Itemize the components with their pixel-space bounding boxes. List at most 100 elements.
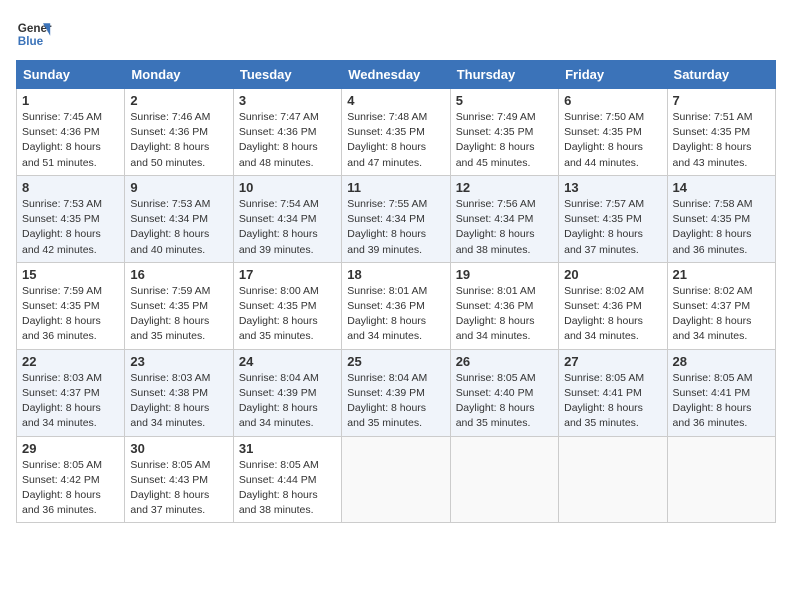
day-detail: Sunrise: 8:03 AMSunset: 4:37 PMDaylight:… — [22, 372, 102, 430]
weekday-header-cell: Monday — [125, 61, 233, 89]
day-detail: Sunrise: 7:50 AMSunset: 4:35 PMDaylight:… — [564, 111, 644, 169]
day-number: 10 — [239, 180, 336, 195]
day-detail: Sunrise: 8:05 AMSunset: 4:40 PMDaylight:… — [456, 372, 536, 430]
calendar-body: 1Sunrise: 7:45 AMSunset: 4:36 PMDaylight… — [17, 89, 776, 523]
calendar-day-cell: 10 Sunrise: 7:54 AMSunset: 4:34 PMDayligh… — [233, 175, 341, 262]
day-detail: Sunrise: 8:01 AMSunset: 4:36 PMDaylight:… — [456, 285, 536, 343]
day-detail: Sunrise: 8:05 AMSunset: 4:42 PMDaylight:… — [22, 459, 102, 517]
day-detail: Sunrise: 7:53 AMSunset: 4:34 PMDaylight:… — [130, 198, 210, 256]
day-number: 8 — [22, 180, 119, 195]
calendar-day-cell: 17Sunrise: 8:00 AMSunset: 4:35 PMDayligh… — [233, 262, 341, 349]
day-number: 27 — [564, 354, 661, 369]
day-number: 5 — [456, 93, 553, 108]
day-number: 1 — [22, 93, 119, 108]
calendar-week-row: 8 Sunrise: 7:53 AMSunset: 4:35 PMDaylight… — [17, 175, 776, 262]
day-number: 30 — [130, 441, 227, 456]
calendar-day-cell: 26 Sunrise: 8:05 AMSunset: 4:40 PMDayligh… — [450, 349, 558, 436]
weekday-header-cell: Saturday — [667, 61, 775, 89]
day-detail: Sunrise: 7:53 AMSunset: 4:35 PMDaylight:… — [22, 198, 102, 256]
day-number: 11 — [347, 180, 444, 195]
calendar-day-cell: 18 Sunrise: 8:01 AMSunset: 4:36 PMDayligh… — [342, 262, 450, 349]
day-number: 18 — [347, 267, 444, 282]
logo-icon: General Blue — [16, 16, 52, 52]
day-detail: Sunrise: 8:04 AMSunset: 4:39 PMDaylight:… — [239, 372, 319, 430]
day-detail: Sunrise: 7:46 AMSunset: 4:36 PMDaylight:… — [130, 111, 210, 169]
calendar-day-cell: 11 Sunrise: 7:55 AMSunset: 4:34 PMDayligh… — [342, 175, 450, 262]
weekday-header-cell: Sunday — [17, 61, 125, 89]
header: General Blue — [16, 16, 776, 52]
calendar-day-cell: 12Sunrise: 7:56 AMSunset: 4:34 PMDayligh… — [450, 175, 558, 262]
day-number: 15 — [22, 267, 119, 282]
calendar-day-cell: 22 Sunrise: 8:03 AMSunset: 4:37 PMDayligh… — [17, 349, 125, 436]
calendar-day-cell: 30 Sunrise: 8:05 AMSunset: 4:43 PMDayligh… — [125, 436, 233, 523]
day-number: 20 — [564, 267, 661, 282]
calendar-day-cell: 28 Sunrise: 8:05 AMSunset: 4:41 PMDayligh… — [667, 349, 775, 436]
day-number: 24 — [239, 354, 336, 369]
day-number: 19 — [456, 267, 553, 282]
calendar-day-cell: 27 Sunrise: 8:05 AMSunset: 4:41 PMDayligh… — [559, 349, 667, 436]
calendar-day-cell: 4Sunrise: 7:48 AMSunset: 4:35 PMDaylight… — [342, 89, 450, 176]
day-number: 16 — [130, 267, 227, 282]
day-number: 22 — [22, 354, 119, 369]
calendar-day-cell: 15 Sunrise: 7:59 AMSunset: 4:35 PMDayligh… — [17, 262, 125, 349]
day-detail: Sunrise: 8:00 AMSunset: 4:35 PMDaylight:… — [239, 285, 319, 343]
calendar-day-cell: 2 Sunrise: 7:46 AMSunset: 4:36 PMDaylight… — [125, 89, 233, 176]
day-number: 14 — [673, 180, 770, 195]
calendar-week-row: 1Sunrise: 7:45 AMSunset: 4:36 PMDaylight… — [17, 89, 776, 176]
calendar-day-cell: 7Sunrise: 7:51 AMSunset: 4:35 PMDaylight… — [667, 89, 775, 176]
calendar-day-cell: 13 Sunrise: 7:57 AMSunset: 4:35 PMDayligh… — [559, 175, 667, 262]
day-number: 9 — [130, 180, 227, 195]
day-detail: Sunrise: 8:02 AMSunset: 4:37 PMDaylight:… — [673, 285, 753, 343]
calendar-day-cell — [559, 436, 667, 523]
calendar-day-cell: 1Sunrise: 7:45 AMSunset: 4:36 PMDaylight… — [17, 89, 125, 176]
calendar-day-cell: 9 Sunrise: 7:53 AMSunset: 4:34 PMDaylight… — [125, 175, 233, 262]
day-detail: Sunrise: 7:55 AMSunset: 4:34 PMDaylight:… — [347, 198, 427, 256]
day-number: 23 — [130, 354, 227, 369]
calendar-day-cell: 14Sunrise: 7:58 AMSunset: 4:35 PMDayligh… — [667, 175, 775, 262]
day-detail: Sunrise: 8:04 AMSunset: 4:39 PMDaylight:… — [347, 372, 427, 430]
calendar-day-cell — [667, 436, 775, 523]
day-detail: Sunrise: 7:59 AMSunset: 4:35 PMDaylight:… — [22, 285, 102, 343]
day-number: 29 — [22, 441, 119, 456]
logo: General Blue — [16, 16, 52, 52]
day-number: 21 — [673, 267, 770, 282]
day-detail: Sunrise: 7:59 AMSunset: 4:35 PMDaylight:… — [130, 285, 210, 343]
day-number: 13 — [564, 180, 661, 195]
calendar-day-cell: 16 Sunrise: 7:59 AMSunset: 4:35 PMDayligh… — [125, 262, 233, 349]
day-detail: Sunrise: 7:57 AMSunset: 4:35 PMDaylight:… — [564, 198, 644, 256]
day-detail: Sunrise: 8:05 AMSunset: 4:43 PMDaylight:… — [130, 459, 210, 517]
weekday-header-cell: Tuesday — [233, 61, 341, 89]
weekday-header-cell: Thursday — [450, 61, 558, 89]
calendar-day-cell — [342, 436, 450, 523]
calendar-day-cell: 19 Sunrise: 8:01 AMSunset: 4:36 PMDayligh… — [450, 262, 558, 349]
calendar-day-cell: 5Sunrise: 7:49 AMSunset: 4:35 PMDaylight… — [450, 89, 558, 176]
calendar-day-cell: 29 Sunrise: 8:05 AMSunset: 4:42 PMDayligh… — [17, 436, 125, 523]
calendar-day-cell: 3 Sunrise: 7:47 AMSunset: 4:36 PMDaylight… — [233, 89, 341, 176]
calendar-week-row: 29 Sunrise: 8:05 AMSunset: 4:42 PMDayligh… — [17, 436, 776, 523]
weekday-header-row: SundayMondayTuesdayWednesdayThursdayFrid… — [17, 61, 776, 89]
day-detail: Sunrise: 8:05 AMSunset: 4:41 PMDaylight:… — [673, 372, 753, 430]
day-detail: Sunrise: 7:47 AMSunset: 4:36 PMDaylight:… — [239, 111, 319, 169]
day-detail: Sunrise: 8:05 AMSunset: 4:41 PMDaylight:… — [564, 372, 644, 430]
calendar-day-cell: 31 Sunrise: 8:05 AMSunset: 4:44 PMDayligh… — [233, 436, 341, 523]
day-number: 26 — [456, 354, 553, 369]
day-detail: Sunrise: 8:02 AMSunset: 4:36 PMDaylight:… — [564, 285, 644, 343]
weekday-header-cell: Wednesday — [342, 61, 450, 89]
day-number: 6 — [564, 93, 661, 108]
day-number: 31 — [239, 441, 336, 456]
day-detail: Sunrise: 7:48 AMSunset: 4:35 PMDaylight:… — [347, 111, 427, 169]
day-detail: Sunrise: 8:05 AMSunset: 4:44 PMDaylight:… — [239, 459, 319, 517]
day-detail: Sunrise: 7:56 AMSunset: 4:34 PMDaylight:… — [456, 198, 536, 256]
day-detail: Sunrise: 7:54 AMSunset: 4:34 PMDaylight:… — [239, 198, 319, 256]
calendar-day-cell: 25Sunrise: 8:04 AMSunset: 4:39 PMDayligh… — [342, 349, 450, 436]
calendar-day-cell: 24 Sunrise: 8:04 AMSunset: 4:39 PMDayligh… — [233, 349, 341, 436]
day-number: 3 — [239, 93, 336, 108]
calendar-day-cell — [450, 436, 558, 523]
weekday-header-cell: Friday — [559, 61, 667, 89]
calendar-day-cell: 21 Sunrise: 8:02 AMSunset: 4:37 PMDayligh… — [667, 262, 775, 349]
calendar-day-cell: 6 Sunrise: 7:50 AMSunset: 4:35 PMDaylight… — [559, 89, 667, 176]
day-number: 2 — [130, 93, 227, 108]
day-detail: Sunrise: 8:01 AMSunset: 4:36 PMDaylight:… — [347, 285, 427, 343]
day-number: 28 — [673, 354, 770, 369]
calendar-table: SundayMondayTuesdayWednesdayThursdayFrid… — [16, 60, 776, 523]
